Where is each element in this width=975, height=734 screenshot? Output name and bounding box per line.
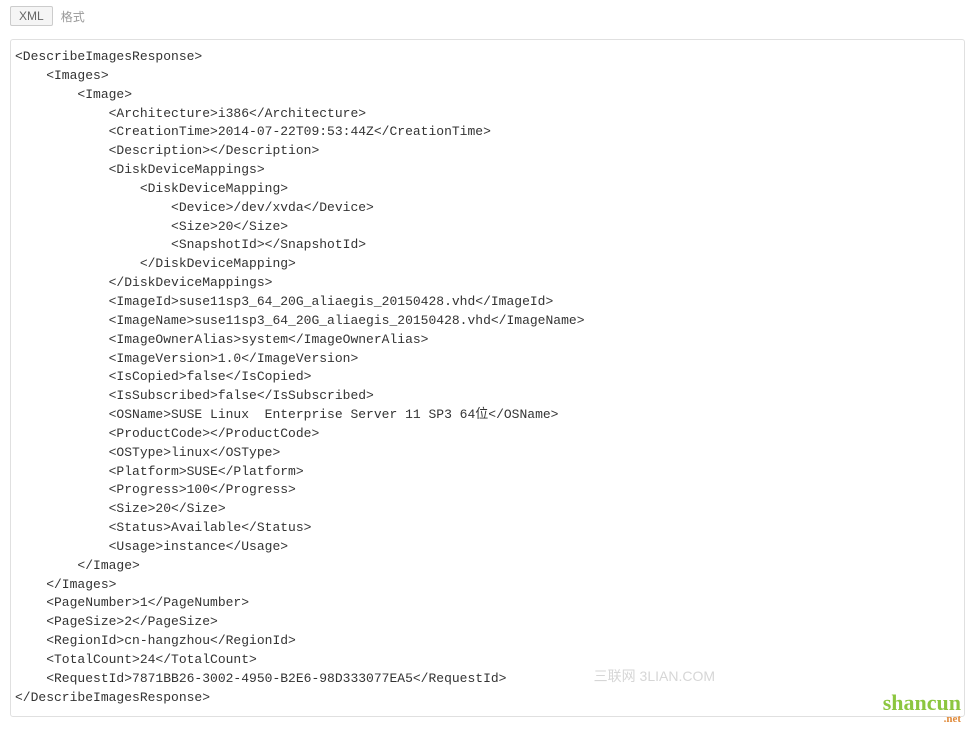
xml-button[interactable]: XML bbox=[10, 6, 53, 26]
code-box: <DescribeImagesResponse> <Images> <Image… bbox=[10, 39, 965, 717]
format-label: 格式 bbox=[61, 8, 85, 25]
toolbar: XML 格式 bbox=[0, 0, 975, 33]
xml-output: <DescribeImagesResponse> <Images> <Image… bbox=[15, 48, 960, 708]
